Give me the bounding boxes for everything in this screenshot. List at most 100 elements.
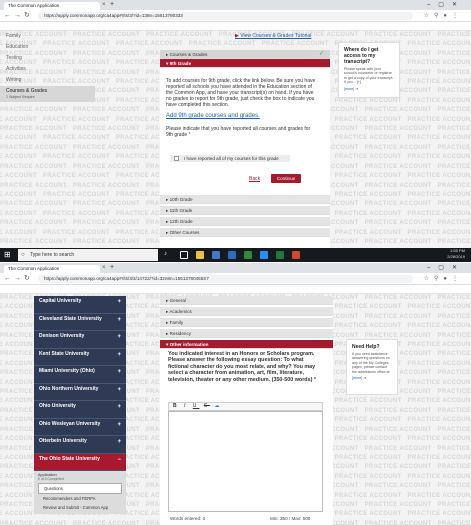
task-view-icon[interactable] xyxy=(180,251,188,259)
new-tab-icon[interactable]: + xyxy=(110,1,114,9)
toolbar-icons[interactable]: ☆⚲●⋮ xyxy=(424,274,463,284)
watermark-text: PRACTICE ACCOUNT xyxy=(437,144,471,151)
watermark-text: PRACTICE ACCOUNT xyxy=(437,483,471,490)
section-12th-grade[interactable]: ▸ 12th Grade xyxy=(160,217,330,226)
cloud-icon[interactable]: ☁ xyxy=(215,403,223,409)
college-item[interactable]: The Ohio State University − xyxy=(34,453,126,471)
college-item[interactable]: Otterbein University + xyxy=(34,436,126,454)
college-item[interactable]: Capital University + xyxy=(34,296,126,314)
back-link[interactable]: Back xyxy=(249,176,260,182)
watermark-text: PRACTICE ACCOUNT xyxy=(72,520,140,525)
reported-checkbox[interactable]: I have reported all of my courses for th… xyxy=(170,155,290,162)
expand-icon[interactable]: + xyxy=(117,439,121,446)
watermark-text: PRACTICE ACCOUNT xyxy=(437,464,471,471)
application-nav-item[interactable]: Recommenders and FERPA xyxy=(38,494,122,503)
questions-panel: ▸ General ▸ Academics ▸ Family ▸ Residen… xyxy=(160,296,333,525)
chevron-right-icon: ▸ xyxy=(166,219,169,224)
sidebar-item-education[interactable]: Education xyxy=(0,42,95,53)
back-arrow-icon[interactable]: ← xyxy=(4,11,11,21)
collapse-icon[interactable]: − xyxy=(117,457,121,464)
reload-icon[interactable]: ↻ xyxy=(24,11,30,21)
expand-icon[interactable]: + xyxy=(117,352,121,359)
forward-arrow-icon[interactable]: → xyxy=(14,11,21,21)
grade-content: To add courses for 9th grade, click the … xyxy=(166,78,316,138)
help-more-link[interactable]: [more] ➜ xyxy=(352,376,392,380)
section-11th-grade[interactable]: ▸ 11th Grade xyxy=(160,206,330,215)
watermark-text: PRACTICE ACCOUNT xyxy=(437,407,471,414)
checkbox-box[interactable] xyxy=(174,156,179,161)
section-other-information[interactable]: ▾ Other information xyxy=(160,340,333,349)
college-item[interactable]: Denison University + xyxy=(34,331,126,349)
section-family[interactable]: ▸ Family xyxy=(160,318,333,327)
help-more-link[interactable]: [more] ➜ xyxy=(344,87,394,91)
watermark-text: PRACTICE ACCOUNT xyxy=(0,116,37,123)
expand-icon[interactable]: + xyxy=(117,387,121,394)
app-icon[interactable] xyxy=(244,251,252,259)
windows-logo-icon[interactable]: ⊞ xyxy=(4,251,11,259)
microphone-icon[interactable]: ♪ xyxy=(164,251,172,259)
tutorial-link[interactable]: ▶ View Courses & Grades Tutorial xyxy=(235,33,311,39)
store-icon[interactable] xyxy=(212,251,220,259)
taskbar-search[interactable]: ○ Type here to search xyxy=(18,249,158,261)
url-field[interactable]: https://apply.commonapp.org/ca4app#!/ts/… xyxy=(38,12,413,20)
sidebar-item-courses-grades[interactable]: Courses & Grades 1 Subject Require xyxy=(0,86,95,102)
forward-arrow-icon[interactable]: → xyxy=(14,274,21,284)
college-item[interactable]: Kent State University + xyxy=(34,348,126,366)
powerpoint-icon[interactable] xyxy=(292,251,300,259)
expand-icon[interactable]: + xyxy=(117,369,121,376)
watermark-text: PRACTICE ACCOUNT xyxy=(0,492,37,499)
expand-icon[interactable]: + xyxy=(117,317,121,324)
reload-icon[interactable]: ↻ xyxy=(24,274,30,284)
sidebar-item-writing[interactable]: Writing xyxy=(0,75,95,86)
close-tab-icon[interactable]: × xyxy=(102,1,106,9)
close-tab-icon[interactable]: × xyxy=(102,264,106,272)
expand-icon[interactable]: + xyxy=(117,299,121,306)
ninth-grade-header[interactable]: ▾ 9th Grade xyxy=(160,59,330,68)
college-item[interactable]: Cleveland State University + xyxy=(34,313,126,331)
underline-button[interactable]: U xyxy=(193,403,200,409)
italic-button[interactable]: I xyxy=(184,403,188,409)
watermark-text: PRACTICE ACCOUNT xyxy=(407,191,471,198)
add-courses-link[interactable]: Add 9th grade courses and grades. xyxy=(166,113,316,119)
system-tray[interactable]: 1:55 PM 2/28/2019 xyxy=(447,248,465,260)
mail-icon[interactable] xyxy=(228,251,236,259)
application-nav-item[interactable]: Questions xyxy=(38,483,122,494)
expand-icon[interactable]: + xyxy=(117,334,121,341)
back-arrow-icon[interactable]: ← xyxy=(4,274,11,284)
section-academics[interactable]: ▸ Academics xyxy=(160,307,333,316)
application-nav-item[interactable]: Review and Submit - Common App xyxy=(38,503,122,512)
toolbar-icons[interactable]: ☆⚲●⋮ xyxy=(424,11,463,21)
expand-icon[interactable]: + xyxy=(117,422,121,429)
sidebar-item-family[interactable]: Family xyxy=(0,31,95,42)
url-field[interactable]: https://apply.commonapp.org/ca4app#!/ts/… xyxy=(38,275,413,283)
edge-icon[interactable] xyxy=(260,251,268,259)
sidebar-item-activities[interactable]: Activities xyxy=(0,64,95,75)
strikethrough-button[interactable]: S xyxy=(204,403,210,409)
bold-button[interactable]: B xyxy=(173,403,180,409)
window-controls[interactable]: –▢✕ xyxy=(427,263,465,273)
college-name: The Ohio State University xyxy=(39,455,100,462)
sidebar-item-testing[interactable]: Testing xyxy=(0,53,95,64)
college-item[interactable]: Miami University (Ohio) + xyxy=(34,366,126,384)
file-explorer-icon[interactable] xyxy=(196,251,204,259)
excel-icon[interactable] xyxy=(276,251,284,259)
college-item[interactable]: Ohio University + xyxy=(34,401,126,419)
browser-tab[interactable]: The Common Application xyxy=(4,2,100,10)
college-item[interactable]: Ohio Northern University + xyxy=(34,383,126,401)
continue-button[interactable]: Continue xyxy=(271,174,301,183)
section-other-courses[interactable]: ▸ Other Courses xyxy=(160,228,330,237)
watermark-text: PRACTICE ACCOUNT xyxy=(364,144,432,151)
browser-tab[interactable]: The Common Application xyxy=(4,265,100,273)
watermark-text: PRACTICE ACCOUNT xyxy=(0,126,67,133)
courses-grades-header[interactable]: ▸ Courses & Grades ✓ xyxy=(160,50,330,59)
section-residency[interactable]: ▸ Residency xyxy=(160,329,333,338)
expand-icon[interactable]: + xyxy=(117,404,121,411)
essay-textarea[interactable] xyxy=(168,411,323,512)
new-tab-icon[interactable]: + xyxy=(110,264,114,272)
college-item[interactable]: Ohio Wesleyan University + xyxy=(34,418,126,436)
section-10th-grade[interactable]: ▸ 10th Grade xyxy=(160,195,330,204)
watermark-text: PRACTICE ACCOUNT xyxy=(42,173,110,180)
section-general[interactable]: ▸ General xyxy=(160,296,333,305)
watermark-text: PRACTICE ACCOUNT xyxy=(0,229,37,236)
window-controls[interactable]: –▢✕ xyxy=(427,0,465,10)
